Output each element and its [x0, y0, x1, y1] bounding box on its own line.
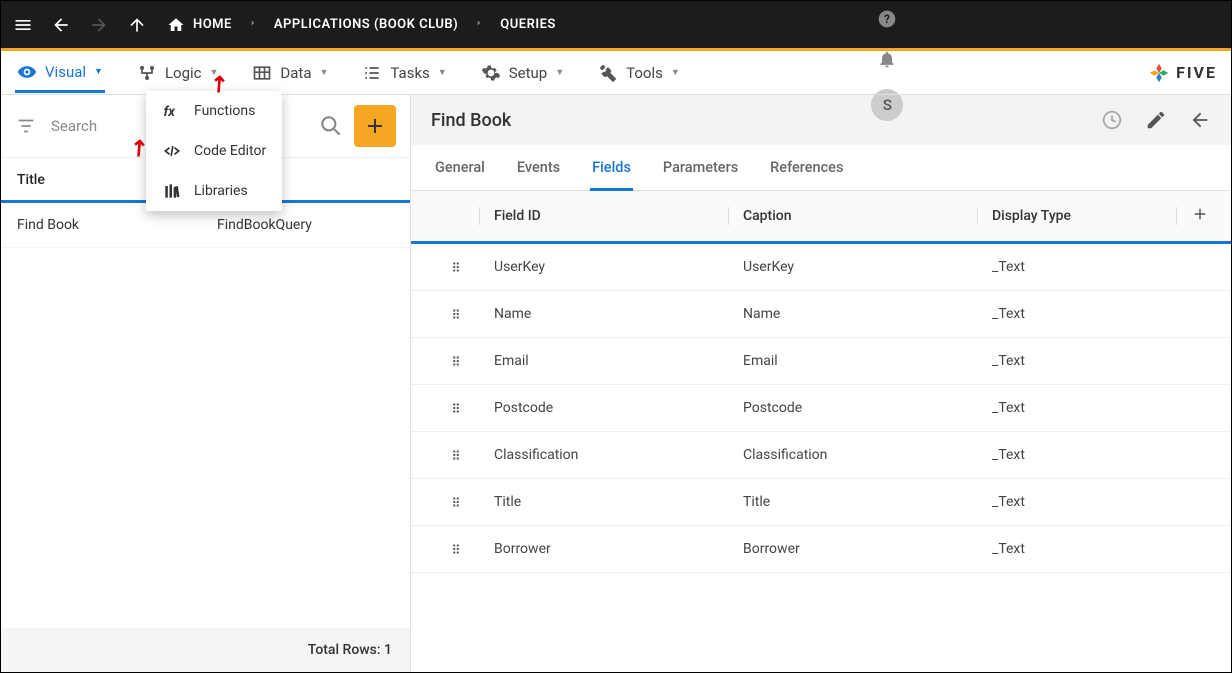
page-title: Find Book	[431, 110, 511, 131]
cell-display-type: _Text	[992, 353, 1209, 369]
cell-display-type: _Text	[992, 541, 1209, 557]
tool-tools[interactable]: Tools▼	[596, 55, 682, 91]
cell-field-id: Borrower	[494, 541, 728, 557]
grid-head: Field ID Caption Display Type	[411, 191, 1231, 244]
cell-field-id: UserKey	[494, 259, 728, 275]
tools-icon	[598, 63, 618, 83]
data-icon	[252, 63, 272, 83]
dd-libraries[interactable]: Libraries	[146, 171, 282, 211]
logic-icon	[137, 63, 157, 83]
table-row[interactable]: Title Title _Text	[411, 479, 1231, 526]
tab-fields[interactable]: Fields	[590, 145, 633, 191]
cell-caption: Classification	[743, 447, 977, 463]
tool-logic[interactable]: Logic▼	[135, 55, 220, 91]
cell-title: Find Book	[17, 217, 217, 233]
cell-caption: Name	[743, 306, 977, 322]
drag-handle-icon[interactable]	[449, 307, 463, 321]
library-icon	[162, 181, 182, 201]
forward-icon	[89, 15, 109, 35]
eye-icon	[17, 62, 37, 82]
filter-icon[interactable]	[15, 115, 37, 137]
gear-icon	[481, 63, 501, 83]
tool-visual[interactable]: Visual▼	[15, 54, 105, 93]
cell-caption: Title	[743, 494, 977, 510]
cell-caption: Email	[743, 353, 977, 369]
menu-icon[interactable]	[13, 15, 33, 35]
search-icon[interactable]	[318, 113, 344, 139]
svg-text:fx: fx	[164, 105, 176, 120]
tab-events[interactable]: Events	[515, 145, 562, 190]
right-panel: Find Book General Events Fields Parameters R…	[411, 95, 1231, 672]
dd-functions[interactable]: fx Functions	[146, 91, 282, 131]
table-row[interactable]: Borrower Borrower _Text	[411, 526, 1231, 573]
drag-handle-icon[interactable]	[449, 448, 463, 462]
dd-code-editor[interactable]: Code Editor	[146, 131, 282, 171]
cell-display-type: _Text	[992, 259, 1209, 275]
add-button[interactable]	[354, 105, 396, 147]
tab-references[interactable]: References	[768, 145, 845, 190]
plus-icon	[363, 114, 387, 138]
col-field-id[interactable]: Field ID	[494, 208, 728, 224]
cell-display-type: _Text	[992, 494, 1209, 510]
help-icon[interactable]: ?	[877, 9, 897, 29]
grid-body: UserKeyUserKey_TextNameName_TextEmailEma…	[411, 244, 1231, 672]
cell-id: FindBookQuery	[217, 217, 312, 233]
cell-caption: Borrower	[743, 541, 977, 557]
tabs: General Events Fields Parameters References	[411, 145, 1231, 191]
cell-display-type: _Text	[992, 447, 1209, 463]
toolbar: Visual▼ Logic▼ Data▼ Tasks▼ Setup▼ Tools…	[1, 51, 1231, 95]
chevron-right-icon	[248, 17, 258, 32]
crumb-applications[interactable]: APPLICATIONS (BOOK CLUB)	[274, 17, 458, 32]
crumb-queries[interactable]: QUERIES	[500, 17, 556, 32]
drag-handle-icon[interactable]	[449, 401, 463, 415]
drag-handle-icon[interactable]	[449, 354, 463, 368]
breadcrumb: HOME APPLICATIONS (BOOK CLUB) QUERIES	[167, 16, 556, 34]
tab-general[interactable]: General	[433, 145, 487, 190]
tool-data[interactable]: Data▼	[250, 55, 330, 91]
cell-field-id: Name	[494, 306, 728, 322]
table-row[interactable]: Postcode Postcode _Text	[411, 385, 1231, 432]
drag-handle-icon[interactable]	[449, 495, 463, 509]
col-caption[interactable]: Caption	[743, 208, 977, 224]
add-field-button[interactable]	[1191, 205, 1209, 227]
topbar: HOME APPLICATIONS (BOOK CLUB) QUERIES ? …	[1, 1, 1231, 48]
cell-caption: UserKey	[743, 259, 977, 275]
tab-parameters[interactable]: Parameters	[661, 145, 740, 190]
cell-field-id: Postcode	[494, 400, 728, 416]
brand-logo: FIVE	[1148, 62, 1217, 84]
total-rows: Total Rows: 1	[1, 628, 410, 672]
fx-icon: fx	[162, 101, 182, 121]
drag-handle-icon[interactable]	[449, 260, 463, 274]
table-row[interactable]: UserKey UserKey _Text	[411, 244, 1231, 291]
col-display-type[interactable]: Display Type	[992, 208, 1176, 224]
table-row[interactable]: Name Name _Text	[411, 291, 1231, 338]
logic-dropdown: fx Functions Code Editor Libraries	[146, 91, 282, 211]
crumb-home[interactable]: HOME	[167, 16, 232, 34]
tool-tasks[interactable]: Tasks▼	[360, 55, 448, 91]
back-icon[interactable]	[51, 15, 71, 35]
table-row[interactable]: Classification Classification _Text	[411, 432, 1231, 479]
tool-setup[interactable]: Setup▼	[479, 55, 566, 91]
up-icon[interactable]	[127, 15, 147, 35]
drag-handle-icon[interactable]	[449, 542, 463, 556]
logo-icon	[1148, 62, 1170, 84]
table-row[interactable]: Email Email _Text	[411, 338, 1231, 385]
cell-caption: Postcode	[743, 400, 977, 416]
cell-field-id: Title	[494, 494, 728, 510]
cell-field-id: Classification	[494, 447, 728, 463]
svg-text:?: ?	[885, 12, 891, 26]
cell-display-type: _Text	[992, 306, 1209, 322]
tasks-icon	[362, 63, 382, 83]
cell-display-type: _Text	[992, 400, 1209, 416]
cell-field-id: Email	[494, 353, 728, 369]
code-icon	[162, 141, 182, 161]
chevron-right-icon	[474, 17, 484, 32]
